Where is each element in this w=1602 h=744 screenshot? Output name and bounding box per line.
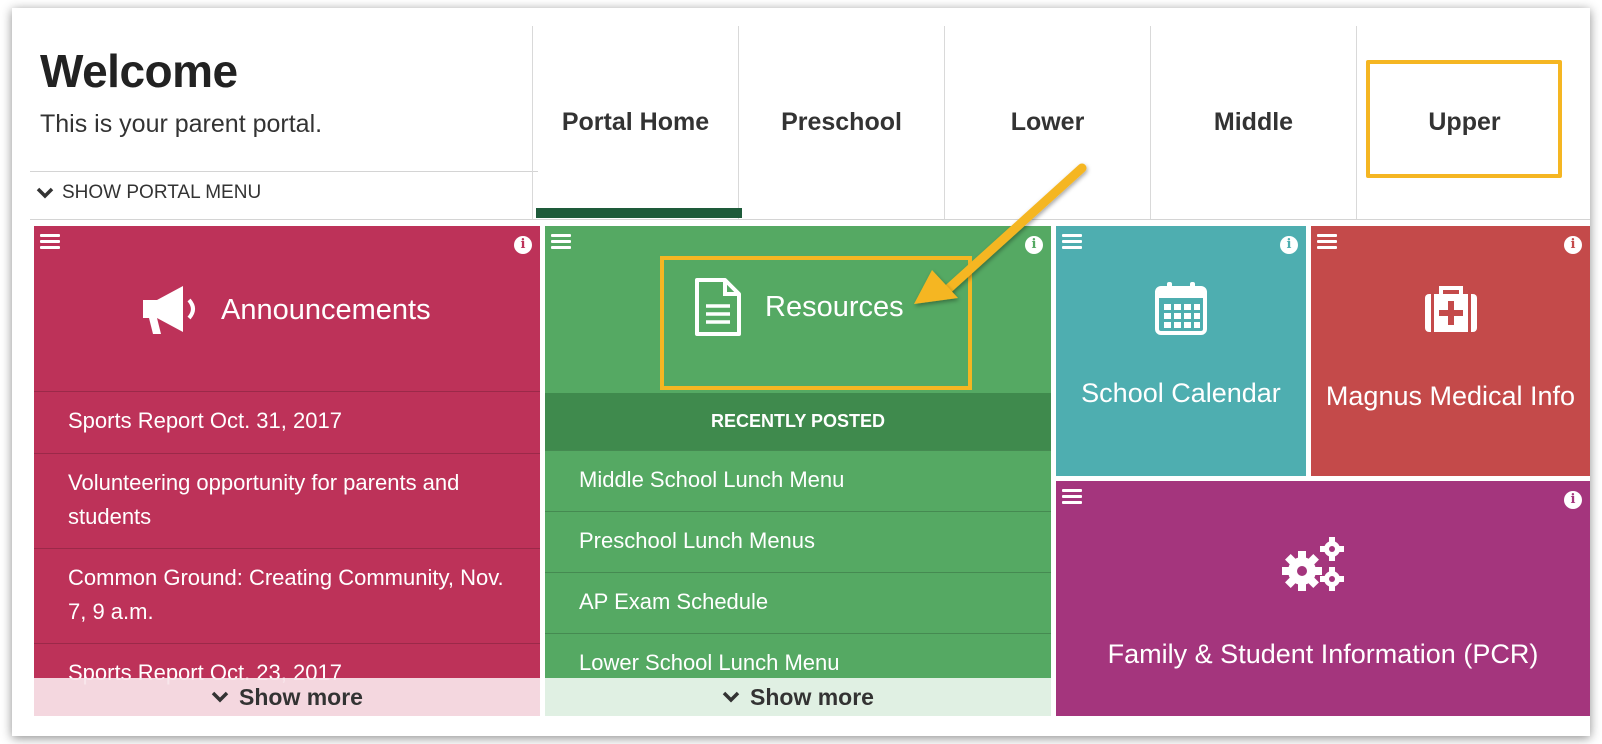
portal-frame: Welcome This is your parent portal. SHOW… <box>12 8 1590 736</box>
annotation-arrow <box>914 163 1087 304</box>
